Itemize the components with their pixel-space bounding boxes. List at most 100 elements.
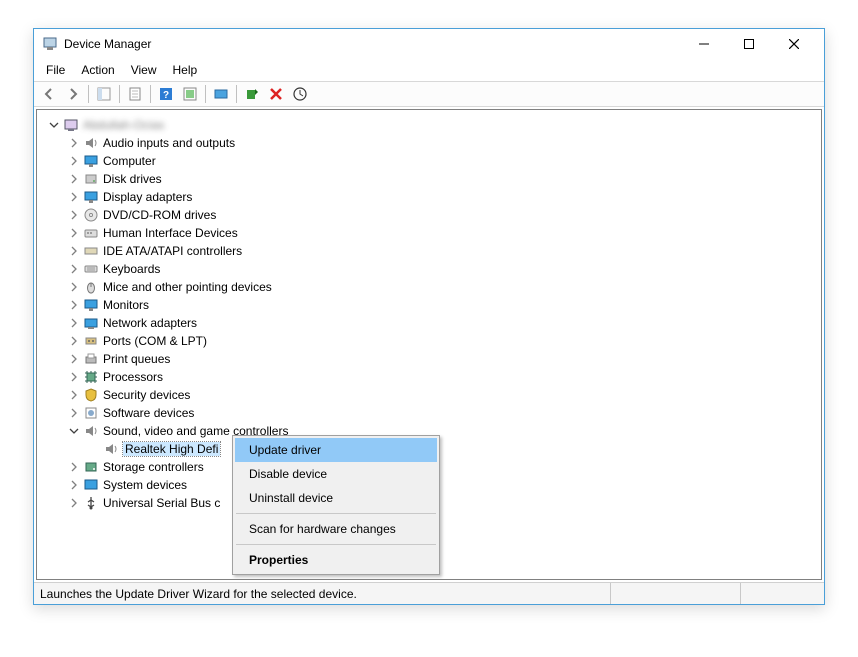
forward-button[interactable] (62, 83, 84, 105)
expander-closed-icon[interactable] (67, 136, 81, 150)
node-label: Print queues (103, 352, 170, 366)
show-hide-tree-button[interactable] (93, 83, 115, 105)
expander-closed-icon[interactable] (67, 460, 81, 474)
expander-open-icon[interactable] (47, 118, 61, 132)
close-button[interactable] (771, 30, 816, 58)
expander-closed-icon[interactable] (67, 172, 81, 186)
storage-icon (83, 459, 99, 475)
scan-hardware-button[interactable] (289, 83, 311, 105)
menu-help[interactable]: Help (165, 61, 206, 79)
device-manager-window: Device Manager File Action View Help (33, 28, 825, 605)
context-menu-item[interactable]: Scan for hardware changes (235, 517, 437, 541)
tree-node[interactable]: Network adapters (39, 314, 819, 332)
maximize-button[interactable] (726, 30, 771, 58)
enable-device-button[interactable] (241, 83, 263, 105)
menu-action[interactable]: Action (73, 61, 122, 79)
window-controls (681, 30, 816, 58)
tree-node[interactable]: Audio inputs and outputs (39, 134, 819, 152)
tree-node[interactable]: Monitors (39, 296, 819, 314)
tree-node[interactable]: Processors (39, 368, 819, 386)
port-icon (83, 333, 99, 349)
node-label: Monitors (103, 298, 149, 312)
speaker-icon (83, 423, 99, 439)
minimize-button[interactable] (681, 30, 726, 58)
expander-closed-icon[interactable] (67, 226, 81, 240)
tree-node[interactable]: Security devices (39, 386, 819, 404)
statusbar: Launches the Update Driver Wizard for th… (34, 582, 824, 604)
expander-closed-icon[interactable] (67, 298, 81, 312)
software-icon (83, 405, 99, 421)
selected-node-label: Realtek High Defi (123, 442, 220, 456)
titlebar: Device Manager (34, 29, 824, 59)
back-button[interactable] (38, 83, 60, 105)
update-driver-button[interactable] (210, 83, 232, 105)
tree-node[interactable]: IDE ATA/ATAPI controllers (39, 242, 819, 260)
expander-closed-icon[interactable] (67, 208, 81, 222)
node-label: IDE ATA/ATAPI controllers (103, 244, 242, 258)
cpu-icon (83, 369, 99, 385)
tree-node[interactable]: Print queues (39, 350, 819, 368)
expander-closed-icon[interactable] (67, 406, 81, 420)
tree-root[interactable]: Abdullah-Ocias (39, 116, 819, 134)
context-menu-item[interactable]: Uninstall device (235, 486, 437, 510)
tree-node[interactable]: Human Interface Devices (39, 224, 819, 242)
expander-closed-icon[interactable] (67, 334, 81, 348)
expander-closed-icon[interactable] (67, 496, 81, 510)
node-label: Display adapters (103, 190, 192, 204)
cd-icon (83, 207, 99, 223)
expander-closed-icon[interactable] (67, 388, 81, 402)
root-label: Abdullah-Ocias (83, 118, 164, 132)
window-title: Device Manager (64, 37, 681, 51)
toolbar-separator (236, 85, 237, 103)
tree-node[interactable]: Software devices (39, 404, 819, 422)
menu-view[interactable]: View (123, 61, 165, 79)
expander-closed-icon[interactable] (67, 154, 81, 168)
help-button[interactable]: ? (155, 83, 177, 105)
context-menu-separator (236, 513, 436, 514)
tree-node[interactable]: Computer (39, 152, 819, 170)
node-label: Universal Serial Bus c (103, 496, 220, 510)
properties-button[interactable] (124, 83, 146, 105)
context-menu-item[interactable]: Disable device (235, 462, 437, 486)
expander-closed-icon[interactable] (67, 316, 81, 330)
network-icon (83, 315, 99, 331)
node-label: Audio inputs and outputs (103, 136, 235, 150)
hid-icon (83, 225, 99, 241)
tree-node[interactable]: Display adapters (39, 188, 819, 206)
uninstall-device-button[interactable] (265, 83, 287, 105)
ide-icon (83, 243, 99, 259)
expander-closed-icon[interactable] (67, 478, 81, 492)
usb-icon (83, 495, 99, 511)
expander-closed-icon[interactable] (67, 280, 81, 294)
speaker-icon (83, 135, 99, 151)
node-label: Disk drives (103, 172, 162, 186)
tree-node[interactable]: DVD/CD-ROM drives (39, 206, 819, 224)
node-label: Computer (103, 154, 156, 168)
monitor-icon (83, 297, 99, 313)
expander-closed-icon[interactable] (67, 370, 81, 384)
expander-closed-icon[interactable] (67, 190, 81, 204)
toolbar-separator (150, 85, 151, 103)
tree-node[interactable]: Mice and other pointing devices (39, 278, 819, 296)
node-label: Keyboards (103, 262, 160, 276)
expander-closed-icon[interactable] (67, 352, 81, 366)
expander-closed-icon[interactable] (67, 244, 81, 258)
expander-open-icon[interactable] (67, 424, 81, 438)
node-label: Storage controllers (103, 460, 204, 474)
node-label: Security devices (103, 388, 190, 402)
menu-file[interactable]: File (38, 61, 73, 79)
context-menu-item[interactable]: Properties (235, 548, 437, 572)
status-cell (740, 583, 818, 604)
node-label: System devices (103, 478, 187, 492)
context-menu-separator (236, 544, 436, 545)
expander-closed-icon[interactable] (67, 262, 81, 276)
node-label: Ports (COM & LPT) (103, 334, 207, 348)
node-label: Network adapters (103, 316, 197, 330)
status-cell (610, 583, 740, 604)
tree-node[interactable]: Disk drives (39, 170, 819, 188)
action-button[interactable] (179, 83, 201, 105)
tree-node[interactable]: Ports (COM & LPT) (39, 332, 819, 350)
tree-node[interactable]: Keyboards (39, 260, 819, 278)
context-menu-item[interactable]: Update driver (235, 438, 437, 462)
security-icon (83, 387, 99, 403)
